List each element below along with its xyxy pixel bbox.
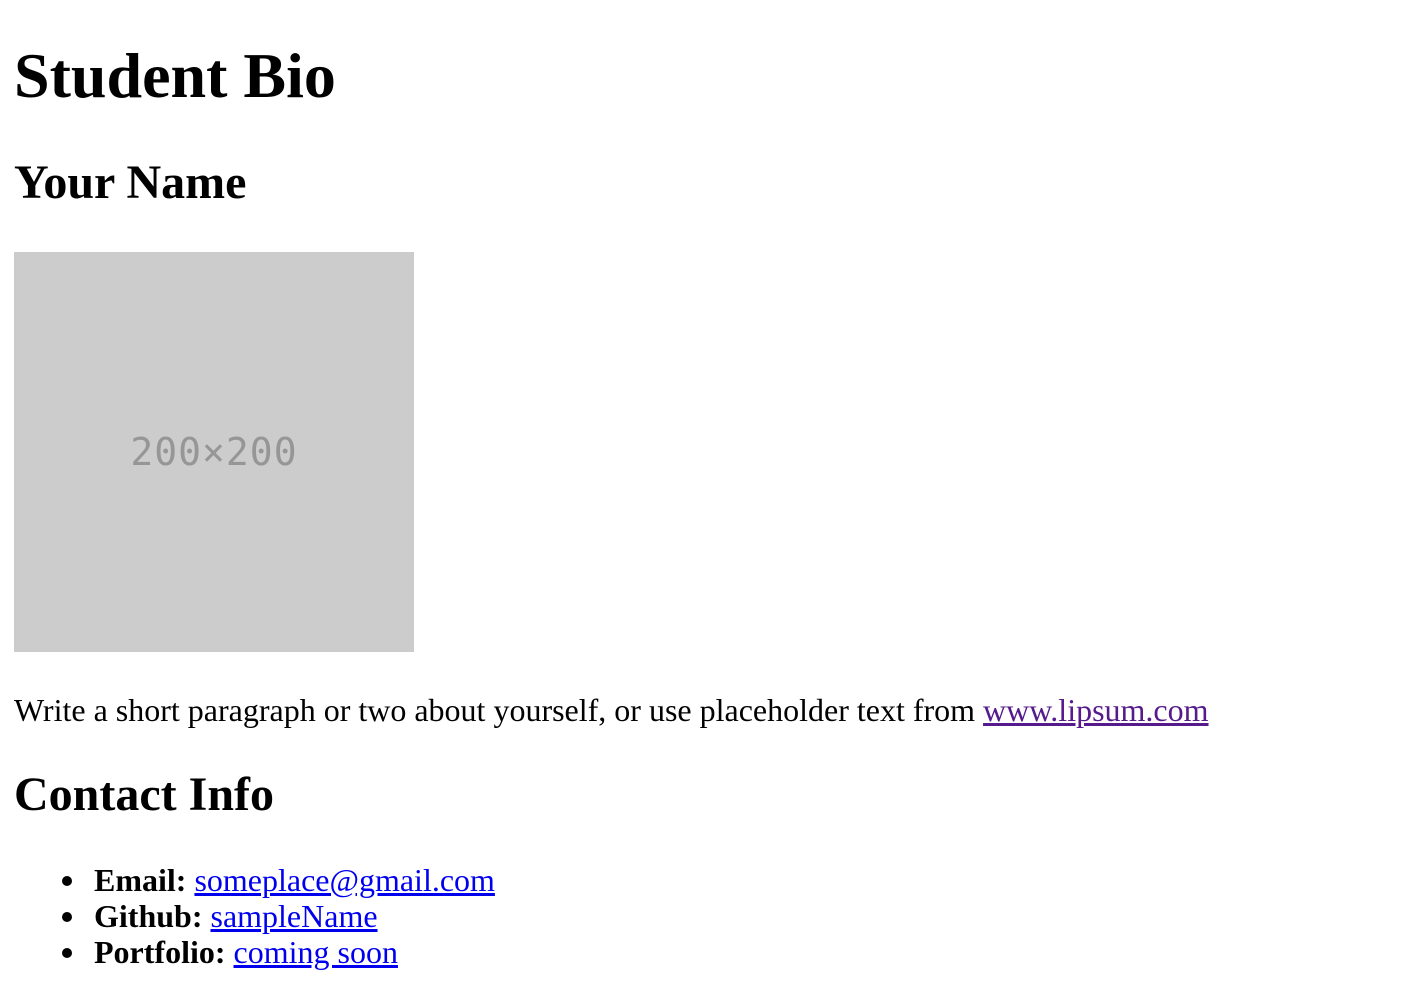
contact-list: Email: someplace@gmail.com Github: sampl… (14, 862, 495, 970)
github-link[interactable]: sampleName (210, 898, 377, 934)
email-label: Email: (94, 862, 195, 898)
portfolio-label: Portfolio: (94, 934, 234, 970)
contact-item-portfolio: Portfolio: coming soon (62, 934, 495, 970)
photo-placeholder-label: 200×200 (130, 430, 298, 474)
lipsum-link[interactable]: www.lipsum.com (983, 692, 1208, 728)
profile-photo-placeholder: 200×200 (14, 252, 414, 652)
bullet-icon (62, 912, 72, 922)
github-label: Github: (94, 898, 211, 934)
contact-item-email: Email: someplace@gmail.com (62, 862, 495, 898)
bio-text: Write a short paragraph or two about you… (14, 692, 984, 728)
contact-item-github: Github: sampleName (62, 898, 495, 934)
portfolio-link[interactable]: coming soon (234, 934, 398, 970)
email-link[interactable]: someplace@gmail.com (194, 862, 494, 898)
contact-info-heading: Contact Info (14, 768, 274, 821)
bullet-icon (62, 876, 72, 886)
bio-paragraph: Write a short paragraph or two about you… (14, 688, 1209, 732)
student-name-heading: Your Name (14, 156, 247, 209)
bullet-icon (62, 948, 72, 958)
page-title: Student Bio (14, 40, 336, 111)
